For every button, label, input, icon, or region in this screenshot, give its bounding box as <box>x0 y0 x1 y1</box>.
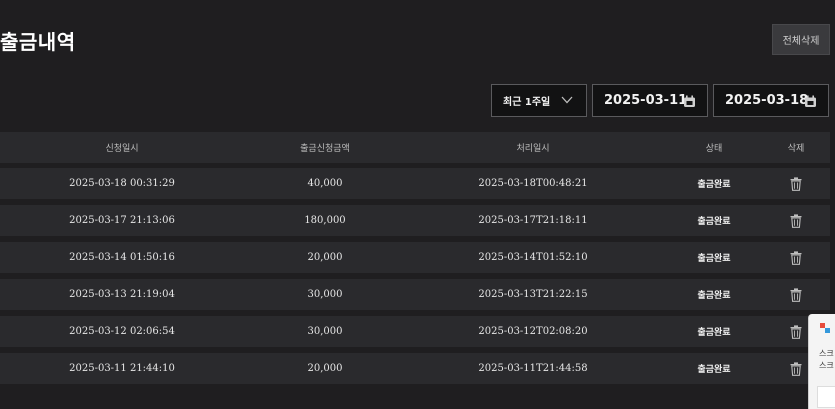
trash-icon <box>790 361 802 376</box>
delete-button[interactable] <box>790 316 802 347</box>
table-row: 2025-03-14 01:50:16 20,000 2025-03-14T01… <box>0 242 830 273</box>
amount-cell: 40,000 <box>307 178 343 189</box>
delete-button[interactable] <box>790 279 802 310</box>
period-select-value: 최근 1주일 <box>503 97 551 108</box>
header-delete: 삭제 <box>787 144 805 154</box>
period-select[interactable]: 최근 1주일 <box>491 84 587 117</box>
app-icon <box>820 323 830 333</box>
requested-cell: 2025-03-12 02:06:54 <box>69 326 175 337</box>
status-cell: 출금완료 <box>697 291 731 301</box>
delete-button[interactable] <box>790 205 802 236</box>
delete-button[interactable] <box>790 353 802 384</box>
amount-cell: 30,000 <box>307 289 343 300</box>
amount-cell: 30,000 <box>307 326 343 337</box>
page-title: 출금내역 <box>0 30 76 54</box>
chevron-down-icon <box>561 96 573 104</box>
status-cell: 출금완료 <box>697 217 731 227</box>
side-panel-text: 스크 <box>819 361 834 370</box>
table-row: 2025-03-18 00:31:29 40,000 2025-03-18T00… <box>0 168 830 199</box>
start-date-input[interactable]: 2025-03-11 <box>592 84 708 117</box>
processed-cell: 2025-03-12T02:08:20 <box>478 326 588 337</box>
calendar-icon[interactable] <box>683 95 696 108</box>
table-row: 2025-03-13 21:19:04 30,000 2025-03-13T21… <box>0 279 830 310</box>
requested-cell: 2025-03-13 21:19:04 <box>69 289 175 300</box>
trash-icon <box>790 324 802 339</box>
processed-cell: 2025-03-14T01:52:10 <box>478 252 588 263</box>
table-row: 2025-03-12 02:06:54 30,000 2025-03-12T02… <box>0 316 830 347</box>
status-cell: 출금완료 <box>697 254 731 264</box>
trash-icon <box>790 176 802 191</box>
end-date-value: 2025-03-18 <box>725 93 809 108</box>
side-panel-field[interactable] <box>817 386 835 408</box>
status-cell: 출금완료 <box>697 180 731 190</box>
processed-cell: 2025-03-17T21:18:11 <box>478 215 588 226</box>
amount-cell: 20,000 <box>307 252 343 263</box>
side-popup-panel[interactable]: 스크 스크 <box>808 314 835 409</box>
trash-icon <box>790 287 802 302</box>
amount-cell: 180,000 <box>304 215 346 226</box>
processed-cell: 2025-03-18T00:48:21 <box>478 178 588 189</box>
status-cell: 출금완료 <box>697 365 731 375</box>
requested-cell: 2025-03-17 21:13:06 <box>69 215 175 226</box>
requested-cell: 2025-03-18 00:31:29 <box>69 178 175 189</box>
table-row: 2025-03-17 21:13:06 180,000 2025-03-17T2… <box>0 205 830 236</box>
requested-cell: 2025-03-11 21:44:10 <box>69 363 175 374</box>
calendar-icon[interactable] <box>804 95 817 108</box>
side-panel-text: 스크 <box>819 349 834 358</box>
requested-cell: 2025-03-14 01:50:16 <box>69 252 175 263</box>
processed-cell: 2025-03-11T21:44:58 <box>478 363 588 374</box>
trash-icon <box>790 213 802 228</box>
amount-cell: 20,000 <box>307 363 343 374</box>
end-date-input[interactable]: 2025-03-18 <box>713 84 829 117</box>
delete-button[interactable] <box>790 168 802 199</box>
header-processed: 처리일시 <box>516 144 550 154</box>
delete-all-button[interactable]: 전체삭제 <box>772 24 830 55</box>
header-status: 상태 <box>705 144 723 154</box>
processed-cell: 2025-03-13T21:22:15 <box>478 289 588 300</box>
header-amount: 출금신청금액 <box>300 144 350 154</box>
table-header: 신청일시 출금신청금액 처리일시 상태 삭제 <box>0 132 830 163</box>
table-row: 2025-03-11 21:44:10 20,000 2025-03-11T21… <box>0 353 830 384</box>
delete-button[interactable] <box>790 242 802 273</box>
status-cell: 출금완료 <box>697 328 731 338</box>
start-date-value: 2025-03-11 <box>604 93 688 108</box>
header-requested: 신청일시 <box>105 144 139 154</box>
trash-icon <box>790 250 802 265</box>
